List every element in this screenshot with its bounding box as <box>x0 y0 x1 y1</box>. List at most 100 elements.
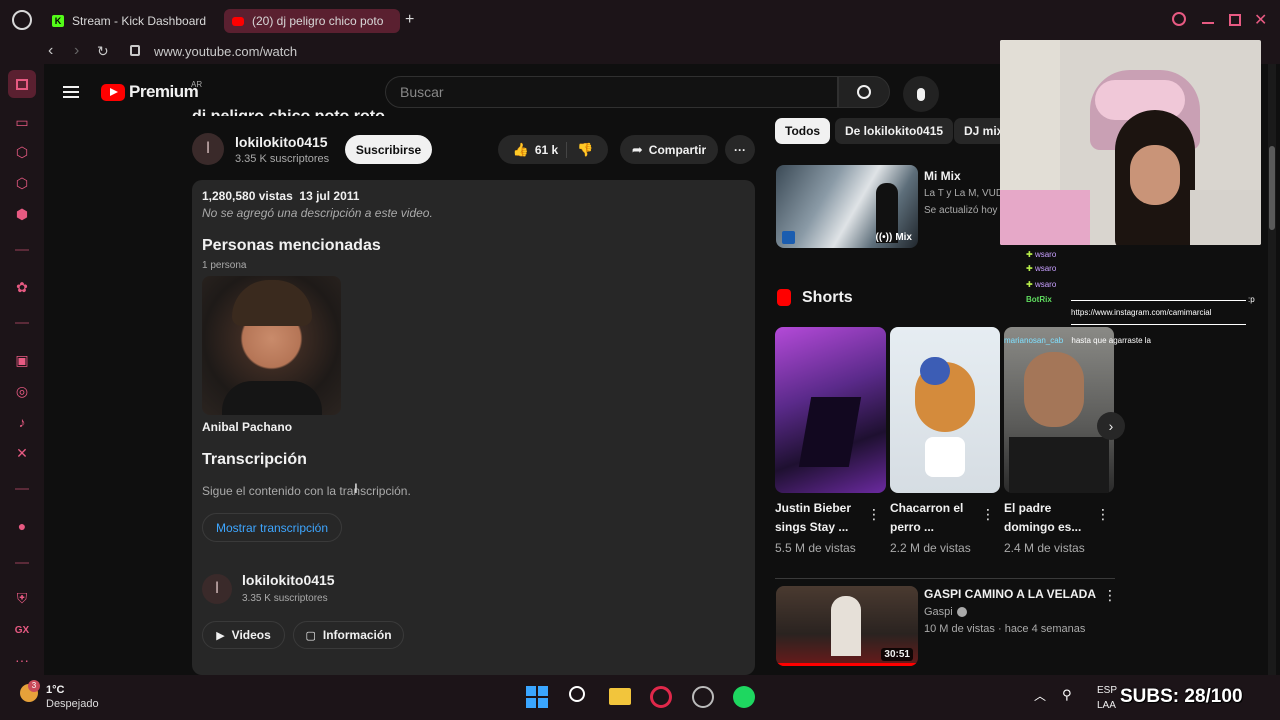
close-icon[interactable]: ✕ <box>1254 10 1267 30</box>
share-button[interactable]: ➦ Compartir <box>620 135 718 164</box>
chatgpt-icon[interactable]: ✿ <box>12 277 32 297</box>
next-video-menu-icon[interactable]: ⋮ <box>1103 587 1117 604</box>
shorts-next-button[interactable]: › <box>1097 412 1125 440</box>
spotify-icon[interactable] <box>733 686 755 708</box>
next-video-meta: 10 M de vistas · hace 4 semanas <box>924 623 1086 635</box>
thumbs-up-icon: 👍 <box>512 141 529 157</box>
search-placeholder: Buscar <box>400 84 444 100</box>
instagram-icon[interactable]: ◎ <box>12 381 32 401</box>
channel2-avatar[interactable]: l <box>202 574 232 604</box>
voice-search-button[interactable] <box>903 76 939 112</box>
weather-text: Despejado <box>46 698 99 710</box>
app-taskbar-icon[interactable] <box>692 686 714 708</box>
search-tabs-icon[interactable] <box>1172 12 1186 26</box>
text-cursor-icon: I <box>354 480 358 496</box>
chat-line-6: marianosan_cab hasta que agarraste la <box>1004 336 1151 345</box>
x-icon[interactable]: ✕ <box>12 443 32 463</box>
mix-title[interactable]: Mi Mix <box>924 167 961 186</box>
search-taskbar-icon[interactable] <box>569 686 585 702</box>
player-icon[interactable]: ● <box>12 516 32 536</box>
twitch-icon[interactable]: ▣ <box>12 350 32 370</box>
next-video-channel[interactable]: Gaspi <box>924 606 967 618</box>
shield-icon[interactable]: ⛨ <box>12 588 32 608</box>
forward-icon[interactable]: › <box>74 42 79 60</box>
channel2-subs: 3.35 K suscriptores <box>242 593 328 604</box>
url-text[interactable]: www.youtube.com/watch <box>154 44 297 59</box>
video-duration: 30:51 <box>881 648 913 661</box>
short-title-1[interactable]: Justin Bieber sings Stay ... <box>775 499 867 537</box>
short-menu-3-icon[interactable]: ⋮ <box>1096 506 1110 523</box>
videos-label: Videos <box>231 628 271 642</box>
short-thumb-3[interactable] <box>1004 327 1114 493</box>
tiktok-icon[interactable]: ♪ <box>12 412 32 432</box>
mix-line1: La T y La M, VUD <box>924 188 1000 199</box>
videos-button[interactable]: ▶ Videos <box>202 621 285 649</box>
opera-logo-icon[interactable] <box>12 10 32 30</box>
chat-rule-1 <box>1071 300 1246 301</box>
aria-icon[interactable]: ⬡ <box>12 142 32 162</box>
person-photo[interactable] <box>202 276 341 415</box>
youtube-logo[interactable]: Premium <box>101 82 199 102</box>
tab-label: Stream - Kick Dashboard <box>72 14 207 28</box>
short-title-2[interactable]: Chacarron el perro ... <box>890 499 982 537</box>
mix-badge: ((•)) Mix <box>875 232 913 243</box>
verified-icon <box>956 607 967 617</box>
new-tab-button[interactable]: + <box>405 11 414 29</box>
screen: K Stream - Kick Dashboard (20) dj peligr… <box>0 0 1280 720</box>
addon-icon[interactable]: ⬡ <box>12 173 32 193</box>
more-icon[interactable]: ··· <box>12 650 32 670</box>
search-button[interactable] <box>838 76 890 108</box>
mail-icon[interactable]: ▭ <box>12 112 32 132</box>
next-video-title[interactable]: GASPI CAMINO A LA VELADA <box>924 585 1096 604</box>
scrollbar-thumb[interactable] <box>1269 146 1275 230</box>
language-1[interactable]: ESP <box>1097 685 1117 696</box>
mix-thumbnail[interactable]: ((•)) Mix <box>776 165 918 248</box>
page-scrollbar[interactable] <box>1268 64 1276 675</box>
back-icon[interactable]: ‹ <box>48 42 53 60</box>
network-icon[interactable]: ⚲ <box>1062 687 1072 703</box>
person-name[interactable]: Anibal Pachano <box>202 420 292 434</box>
like-button[interactable]: 👍 61 k <box>512 141 568 158</box>
next-video-thumbnail[interactable]: 30:51 <box>776 586 918 666</box>
gx-icon[interactable]: GX <box>12 620 32 640</box>
channel2-name[interactable]: lokilokito0415 <box>242 572 335 588</box>
short-thumb-2[interactable] <box>890 327 1000 493</box>
show-transcript-button[interactable]: Mostrar transcripción <box>202 513 342 542</box>
view-stats: 1,280,580 vistas 13 jul 2011 <box>202 189 360 203</box>
home-icon[interactable] <box>8 70 36 98</box>
chip-all[interactable]: Todos <box>775 118 831 144</box>
tab-kick-dashboard[interactable]: K Stream - Kick Dashboard <box>44 9 220 33</box>
short-title-3[interactable]: El padre domingo es... <box>1004 499 1096 537</box>
chip-from-channel[interactable]: De lokilokito0415 <box>835 118 954 144</box>
channel-name[interactable]: lokilokito0415 <box>235 134 328 150</box>
opera-gx-taskbar-icon[interactable] <box>650 686 672 708</box>
chat-rule-2 <box>1071 324 1246 325</box>
people-count: 1 persona <box>202 260 247 271</box>
info-label: Información <box>322 628 392 642</box>
reload-icon[interactable]: ↻ <box>97 43 109 60</box>
cube-icon[interactable]: ⬢ <box>12 204 32 224</box>
short-menu-1-icon[interactable]: ⋮ <box>867 506 881 523</box>
hamburger-menu-icon[interactable] <box>63 86 79 98</box>
short-thumb-1[interactable] <box>775 327 886 493</box>
windows-start-icon[interactable] <box>526 686 548 708</box>
broadcast-icon: ((•)) <box>875 232 893 243</box>
subs-overlay: SUBS: 28/100 <box>1120 686 1243 707</box>
tray-chevron-icon[interactable]: ︿ <box>1034 687 1046 704</box>
minimize-icon[interactable] <box>1202 22 1214 24</box>
info-button[interactable]: ▢ Información <box>293 621 404 649</box>
maximize-icon[interactable] <box>1229 14 1241 26</box>
region-label: AR <box>191 80 203 89</box>
short-menu-2-icon[interactable]: ⋮ <box>981 506 995 523</box>
language-2[interactable]: LAA <box>1097 700 1116 711</box>
more-actions-button[interactable]: ··· <box>725 135 755 164</box>
file-explorer-icon[interactable] <box>609 688 631 705</box>
youtube-play-icon <box>101 83 125 101</box>
opera-sidebar: ▭ ⬡ ⬡ ⬢ ✿ ▣ ◎ ♪ ✕ ● ⛨ GX ··· <box>0 64 44 675</box>
subscribe-button[interactable]: Suscribirse <box>345 135 432 164</box>
thumbs-down-icon[interactable]: 👎 <box>573 142 593 158</box>
channel-avatar[interactable]: l <box>192 133 224 165</box>
divider <box>15 249 29 251</box>
tab-youtube[interactable]: (20) dj peligro chico poto <box>224 9 400 33</box>
divider <box>15 322 29 324</box>
